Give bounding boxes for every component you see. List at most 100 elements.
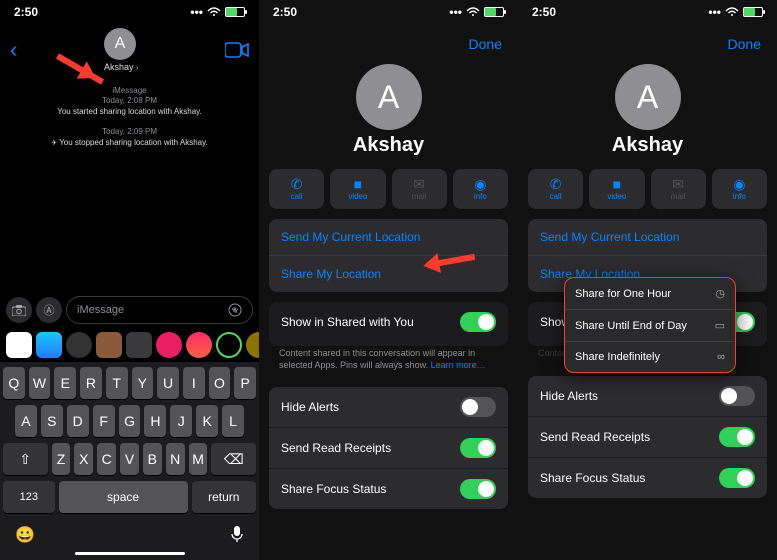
space-key[interactable]: space xyxy=(59,481,188,513)
focus-status-toggle[interactable] xyxy=(460,479,496,499)
key-l[interactable]: L xyxy=(222,405,244,437)
key-d[interactable]: D xyxy=(67,405,89,437)
hide-alerts-label: Hide Alerts xyxy=(540,389,598,403)
person-icon: ◉ xyxy=(733,177,745,191)
share-end-of-day[interactable]: Share Until End of Day▭ xyxy=(565,309,735,341)
shared-with-you-label: Show in Shared with You xyxy=(281,315,414,329)
key-o[interactable]: O xyxy=(209,367,231,399)
status-icons: ••• xyxy=(449,5,504,19)
key-s[interactable]: S xyxy=(41,405,63,437)
facetime-button[interactable] xyxy=(225,42,249,58)
call-button[interactable]: ✆call xyxy=(528,169,583,209)
clock: 2:50 xyxy=(14,5,38,19)
key-i[interactable]: I xyxy=(183,367,205,399)
key-x[interactable]: X xyxy=(74,443,93,475)
mail-icon: ✉ xyxy=(413,177,425,191)
key-c[interactable]: C xyxy=(97,443,116,475)
return-key[interactable]: return xyxy=(192,481,256,513)
mail-button[interactable]: ✉mail xyxy=(392,169,447,209)
avatar-icon: A xyxy=(615,64,681,130)
done-button[interactable]: Done xyxy=(518,24,777,56)
key-k[interactable]: K xyxy=(196,405,218,437)
key-q[interactable]: Q xyxy=(3,367,25,399)
key-e[interactable]: E xyxy=(54,367,76,399)
app-strip[interactable] xyxy=(0,330,259,360)
camera-button[interactable] xyxy=(6,297,32,323)
shared-toggle[interactable] xyxy=(460,312,496,332)
system-message: iMessage Today, 2:08 PM You started shar… xyxy=(0,86,259,117)
shift-key[interactable]: ⇧ xyxy=(3,443,48,475)
phone-icon: ✆ xyxy=(550,177,562,191)
info-button[interactable]: ◉info xyxy=(453,169,508,209)
phone-icon: ✆ xyxy=(291,177,303,191)
key-f[interactable]: F xyxy=(93,405,115,437)
hide-alerts-label: Hide Alerts xyxy=(281,400,339,414)
share-one-hour[interactable]: Share for One Hour◷ xyxy=(565,278,735,309)
key-y[interactable]: Y xyxy=(132,367,154,399)
contact-name: Akshay xyxy=(259,134,518,157)
focus-status-toggle[interactable] xyxy=(719,468,755,488)
mic-key[interactable] xyxy=(230,525,244,545)
back-button[interactable]: ‹ xyxy=(10,37,17,63)
send-location-button[interactable]: Send My Current Location xyxy=(269,219,508,255)
key-w[interactable]: W xyxy=(29,367,51,399)
home-indicator[interactable] xyxy=(75,552,185,555)
app-store-button[interactable]: Ⓐ xyxy=(36,297,62,323)
avatar-icon: A xyxy=(104,28,136,60)
info-button[interactable]: ◉info xyxy=(712,169,767,209)
call-button[interactable]: ✆call xyxy=(269,169,324,209)
video-icon: ■ xyxy=(613,177,621,191)
emoji-key[interactable]: 😀 xyxy=(15,525,35,545)
video-button[interactable]: ■video xyxy=(589,169,644,209)
clock: 2:50 xyxy=(532,5,556,19)
person-icon: ◉ xyxy=(474,177,486,191)
clock-icon: ◷ xyxy=(715,287,725,300)
calendar-icon: ▭ xyxy=(715,319,725,332)
key-r[interactable]: R xyxy=(80,367,102,399)
key-t[interactable]: T xyxy=(106,367,128,399)
key-p[interactable]: P xyxy=(234,367,256,399)
hint-text: Content shared in this conversation will… xyxy=(259,346,518,377)
key-h[interactable]: H xyxy=(144,405,166,437)
status-icons: ••• xyxy=(708,5,763,19)
read-receipts-toggle[interactable] xyxy=(460,438,496,458)
read-receipts-toggle[interactable] xyxy=(719,427,755,447)
system-message: Today, 2:09 PM ✈ You stopped sharing loc… xyxy=(0,127,259,148)
clock: 2:50 xyxy=(273,5,297,19)
focus-status-label: Share Focus Status xyxy=(540,471,645,485)
read-receipts-label: Send Read Receipts xyxy=(281,441,391,455)
status-icons: ••• xyxy=(190,5,245,19)
learn-more-link[interactable]: Learn more… xyxy=(431,360,486,370)
mail-button[interactable]: ✉mail xyxy=(651,169,706,209)
send-location-button[interactable]: Send My Current Location xyxy=(528,219,767,255)
hide-alerts-toggle[interactable] xyxy=(460,397,496,417)
contact-name: Akshay xyxy=(518,134,777,157)
key-a[interactable]: A xyxy=(15,405,37,437)
done-button[interactable]: Done xyxy=(259,24,518,56)
read-receipts-label: Send Read Receipts xyxy=(540,430,650,444)
contact-header[interactable]: A Akshay › xyxy=(104,28,138,72)
share-location-button[interactable]: Share My Location xyxy=(269,255,508,292)
key-b[interactable]: B xyxy=(143,443,162,475)
dictate-icon[interactable] xyxy=(228,303,242,317)
key-z[interactable]: Z xyxy=(52,443,71,475)
backspace-key[interactable]: ⌫ xyxy=(211,443,256,475)
key-m[interactable]: M xyxy=(189,443,208,475)
key-v[interactable]: V xyxy=(120,443,139,475)
video-icon: ■ xyxy=(354,177,362,191)
key-j[interactable]: J xyxy=(170,405,192,437)
infinity-icon: ∞ xyxy=(717,351,725,363)
share-duration-menu: Share for One Hour◷ Share Until End of D… xyxy=(564,277,736,373)
key-n[interactable]: N xyxy=(166,443,185,475)
contact-name: Akshay xyxy=(104,62,134,72)
message-input[interactable]: iMessage xyxy=(66,296,253,324)
focus-status-label: Share Focus Status xyxy=(281,482,386,496)
avatar-icon: A xyxy=(356,64,422,130)
key-u[interactable]: U xyxy=(157,367,179,399)
numbers-key[interactable]: 123 xyxy=(3,481,55,513)
hide-alerts-toggle[interactable] xyxy=(719,386,755,406)
key-g[interactable]: G xyxy=(119,405,141,437)
keyboard[interactable]: QWERTYUIOP ASDFGHJKL ⇧ ZXCVBNM ⌫ 123 spa… xyxy=(0,362,259,560)
video-button[interactable]: ■video xyxy=(330,169,385,209)
share-indefinitely[interactable]: Share Indefinitely∞ xyxy=(565,341,735,372)
